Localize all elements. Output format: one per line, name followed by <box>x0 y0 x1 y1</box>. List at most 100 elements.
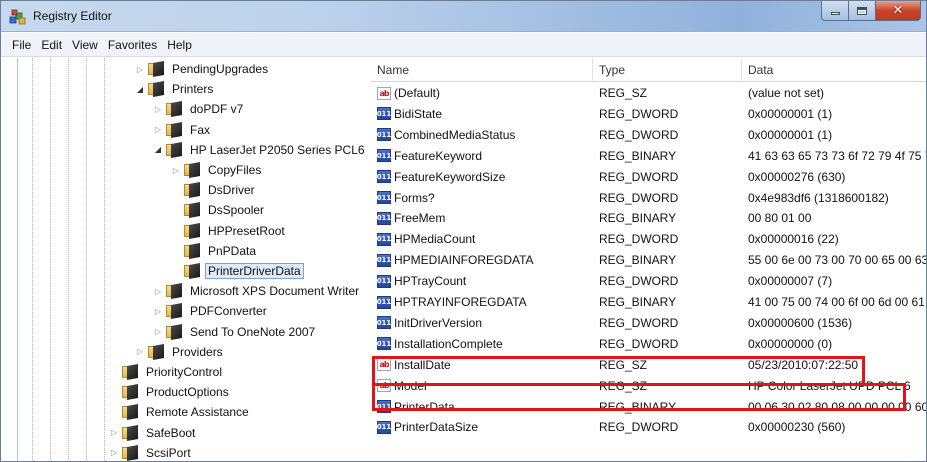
collapsed-arrow-icon[interactable]: ▷ <box>152 285 164 297</box>
collapsed-arrow-icon[interactable]: ▷ <box>134 346 146 358</box>
tree-node[interactable]: ▷ CopyFiles <box>170 160 264 180</box>
registry-key-tree[interactable]: ▷ PendingUpgrades ◢ Printers ▷ doPDF v7 ▷ Fax ◢ H… <box>17 58 369 461</box>
value-row[interactable]: 011 HPMEDIAINFOREGDATA REG_BINARY 55 00 6e … <box>371 250 926 270</box>
tree-node[interactable]: ProductOptions <box>108 382 232 402</box>
folder-icon <box>148 343 164 360</box>
value-row[interactable]: 011 InitDriverVersion REG_DWORD 0x00000600 … <box>371 313 926 333</box>
value-type-cell: REG_BINARY <box>599 399 677 414</box>
folder-icon <box>166 141 182 158</box>
column-header-data[interactable]: Data <box>742 58 926 82</box>
column-header-name[interactable]: Name <box>371 58 593 82</box>
tree-node[interactable]: ▷ Fax <box>152 120 213 140</box>
folder-icon <box>122 384 138 401</box>
value-row[interactable]: 011 FeatureKeywordSize REG_DWORD 0x00000276… <box>371 167 926 187</box>
tree-node[interactable]: ▷ Send To OneNote 2007 <box>152 322 318 342</box>
tree-node[interactable]: Remote Assistance <box>108 402 252 422</box>
tree-node-label: PriorityControl <box>146 365 223 379</box>
collapsed-arrow-icon[interactable]: ▷ <box>152 124 164 136</box>
menu-view[interactable]: View <box>67 38 103 52</box>
menu-bar: File Edit View Favorites Help <box>1 33 926 57</box>
value-type-cell: REG_DWORD <box>599 106 679 121</box>
value-row[interactable]: 011 FeatureKeyword REG_BINARY 41 63 63 65 7… <box>371 146 926 166</box>
collapsed-arrow-icon[interactable]: ▷ <box>108 447 120 459</box>
tree-node[interactable]: ▷ SafeBoot <box>108 423 198 443</box>
tree-node[interactable]: ◢ Printers <box>134 79 216 99</box>
close-button[interactable]: ✕ <box>875 1 921 21</box>
value-type-cell: REG_DWORD <box>599 232 679 247</box>
collapsed-arrow-icon[interactable]: ▷ <box>152 103 164 115</box>
tree-node[interactable]: ▷ PDFConverter <box>152 301 270 321</box>
value-row[interactable]: 011 BidiState REG_DWORD 0x00000001 (1) <box>371 104 926 124</box>
value-row[interactable]: ab (Default) REG_SZ (value not set) <box>371 83 926 103</box>
binary-value-icon: 011 <box>377 253 391 267</box>
column-header-type[interactable]: Type <box>593 58 742 82</box>
title-bar[interactable]: Registry Editor ✕ <box>1 1 926 32</box>
tree-node[interactable]: PnPData <box>170 241 259 261</box>
value-row[interactable]: 011 FreeMem REG_BINARY 00 80 01 00 <box>371 208 926 228</box>
tree-node[interactable]: ▷ Providers <box>134 342 226 362</box>
tree-node[interactable]: HPPresetRoot <box>170 221 288 241</box>
value-name-cell: 011 FeatureKeywordSize <box>377 167 591 187</box>
value-row[interactable]: ab InstallDate REG_SZ 05/23/2010:07:22:50 <box>371 355 926 375</box>
value-data-cell: 0x00000001 (1) <box>748 106 833 121</box>
value-row[interactable]: 011 CombinedMediaStatus REG_DWORD 0x0000000… <box>371 125 926 145</box>
value-row[interactable]: 011 HPTRAYINFOREGDATA REG_BINARY 41 00 75 0… <box>371 292 926 312</box>
value-type-cell: REG_SZ <box>599 357 648 372</box>
tree-node[interactable]: ◢ HP LaserJet P2050 Series PCL6 <box>152 140 368 160</box>
value-data-cell: 0x00000001 (1) <box>748 127 833 142</box>
value-name: HPMediaCount <box>394 232 476 247</box>
maximize-button[interactable] <box>848 1 875 21</box>
value-type-cell: REG_SZ <box>599 378 648 393</box>
value-name: Model <box>394 378 427 393</box>
minimize-button[interactable] <box>821 1 848 21</box>
tree-node[interactable]: PriorityControl <box>108 362 225 382</box>
folder-icon <box>166 101 182 118</box>
tree-node[interactable]: ▷ ScsiPort <box>108 443 194 461</box>
binary-value-icon: 011 <box>377 170 391 184</box>
value-name-cell: 011 HPMEDIAINFOREGDATA <box>377 250 591 270</box>
tree-node[interactable]: DsDriver <box>170 180 258 200</box>
binary-value-icon: 011 <box>377 107 391 121</box>
menu-edit[interactable]: Edit <box>36 38 67 52</box>
value-row[interactable]: 011 HPMediaCount REG_DWORD 0x00000016 (22) <box>371 229 926 249</box>
tree-node[interactable]: ▷ Microsoft XPS Document Writer <box>152 281 362 301</box>
value-row[interactable]: ab Model REG_SZ HP Color LaserJet UPD PCL 6 <box>371 376 926 396</box>
collapsed-arrow-icon[interactable]: ▷ <box>134 63 146 75</box>
value-row[interactable]: 011 PrinterDataSize REG_DWORD 0x00000230 (5… <box>371 417 926 437</box>
value-row[interactable]: 011 HPTrayCount REG_DWORD 0x00000007 (7) <box>371 271 926 291</box>
value-data-cell: 41 00 75 00 74 00 6f 00 6d 00 61 0 <box>748 295 926 309</box>
menu-file[interactable]: File <box>7 38 36 52</box>
tree-node[interactable]: ▷ PendingUpgrades <box>134 59 271 79</box>
value-data-cell: 0x00000276 (630) <box>748 169 846 184</box>
collapsed-arrow-icon[interactable]: ▷ <box>152 305 164 317</box>
value-name: FeatureKeyword <box>394 148 483 163</box>
menu-help[interactable]: Help <box>162 38 197 52</box>
value-row[interactable]: 011 Forms? REG_DWORD 0x4e983df6 (1318600182… <box>371 188 926 208</box>
expanded-arrow-icon[interactable]: ◢ <box>134 83 146 95</box>
tree-node-label: SafeBoot <box>146 425 196 440</box>
registry-values-list[interactable]: Name Type Data ab (Default) REG_SZ (value n… <box>371 58 926 461</box>
binary-value-icon: 011 <box>377 337 391 351</box>
value-type-cell: REG_BINARY <box>599 148 677 163</box>
string-value-icon: ab <box>377 379 391 393</box>
value-name-cell: ab InstallDate <box>377 355 591 375</box>
menu-favorites[interactable]: Favorites <box>103 38 162 52</box>
collapsed-arrow-icon[interactable]: ▷ <box>170 164 182 176</box>
window-title: Registry Editor <box>33 9 112 23</box>
tree-node[interactable]: ▷ doPDF v7 <box>152 99 246 119</box>
value-name-cell: 011 BidiState <box>377 104 591 124</box>
tree-node-label: ProductOptions <box>146 385 229 400</box>
value-name: BidiState <box>394 106 443 121</box>
binary-value-icon: 011 <box>377 420 391 434</box>
folder-icon <box>148 81 164 98</box>
value-name: (Default) <box>394 86 441 100</box>
expanded-arrow-icon[interactable]: ◢ <box>152 144 164 156</box>
value-row[interactable]: 011 PrinterData REG_BINARY 00 06 30 02 80 0… <box>371 397 926 417</box>
value-row[interactable]: 011 InstallationComplete REG_DWORD 0x000000… <box>371 334 926 354</box>
collapsed-arrow-icon[interactable]: ▷ <box>152 326 164 338</box>
collapsed-arrow-icon[interactable]: ▷ <box>108 427 120 439</box>
tree-node[interactable]: DsSpooler <box>170 200 267 220</box>
tree-node[interactable]: PrinterDriverData <box>170 261 304 281</box>
registry-editor-icon <box>9 9 26 25</box>
